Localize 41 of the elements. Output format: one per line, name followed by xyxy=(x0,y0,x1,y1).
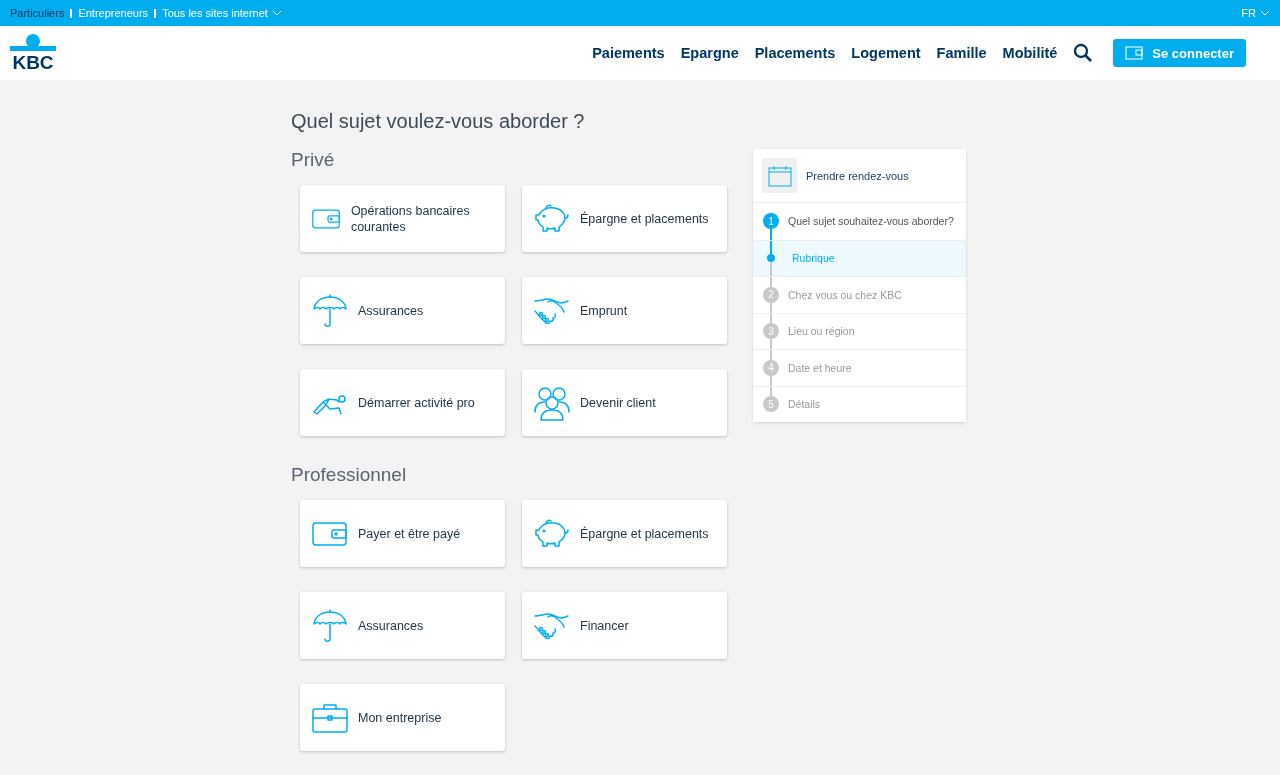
topic-card[interactable]: Emprunt xyxy=(522,277,727,344)
panel-title: Prendre rendez-vous xyxy=(806,169,909,182)
search-icon[interactable] xyxy=(1073,43,1094,63)
topic-card[interactable]: Démarrer activité pro xyxy=(300,369,505,436)
top-nav-link[interactable]: Particuliers xyxy=(10,7,65,19)
topic-card[interactable]: Opérations bancaires courantes xyxy=(300,185,505,252)
section-heading: Professionnel xyxy=(291,464,408,486)
step-number: 1 xyxy=(763,213,779,230)
topic-card[interactable]: Épargne et placements xyxy=(522,500,727,567)
topic-card[interactable]: Assurances xyxy=(300,592,505,659)
section-heading: Privé xyxy=(291,149,336,171)
step-dot xyxy=(767,254,775,263)
topic-card[interactable]: Payer et être payé xyxy=(300,500,505,567)
chevron-down-icon xyxy=(271,10,282,16)
step-label: Lieu ou région xyxy=(788,325,855,338)
wallet-icon xyxy=(1125,46,1144,60)
main-nav-link[interactable]: Logement xyxy=(851,45,921,61)
topic-card[interactable]: Épargne et placements xyxy=(522,185,727,252)
umbrella-icon xyxy=(312,607,348,644)
topic-card[interactable]: Assurances xyxy=(300,277,505,344)
calendar-icon xyxy=(767,164,792,187)
logo-mark-icon xyxy=(10,34,56,54)
step-label: Détails xyxy=(788,398,821,411)
main-nav-link[interactable]: Famille xyxy=(936,45,987,61)
umbrella-icon xyxy=(312,292,348,329)
page-title: Quel sujet voulez-vous aborder ? xyxy=(291,110,586,133)
people-icon xyxy=(534,384,570,421)
chevron-down-icon xyxy=(1260,10,1270,16)
step-label: Rubrique xyxy=(792,252,835,265)
step-label: Date et heure xyxy=(788,361,852,374)
topic-card[interactable]: Devenir client xyxy=(522,369,727,436)
logo-text: KBC xyxy=(12,54,54,72)
main-nav-link[interactable]: Mobilité xyxy=(1002,45,1058,61)
step-label: Quel sujet souhaitez-vous aborder? xyxy=(788,215,954,228)
main-nav-link[interactable]: Paiements xyxy=(592,45,665,61)
step-item[interactable]: 1 Quel sujet souhaitez-vous aborder? xyxy=(753,203,966,240)
topic-card[interactable]: Financer xyxy=(522,592,727,659)
main-nav-link[interactable]: Placements xyxy=(754,45,836,61)
step-label: Chez vous ou chez KBC xyxy=(788,288,902,301)
main-nav-link[interactable]: Epargne xyxy=(680,45,739,61)
topic-card[interactable]: Mon entreprise xyxy=(300,684,505,751)
